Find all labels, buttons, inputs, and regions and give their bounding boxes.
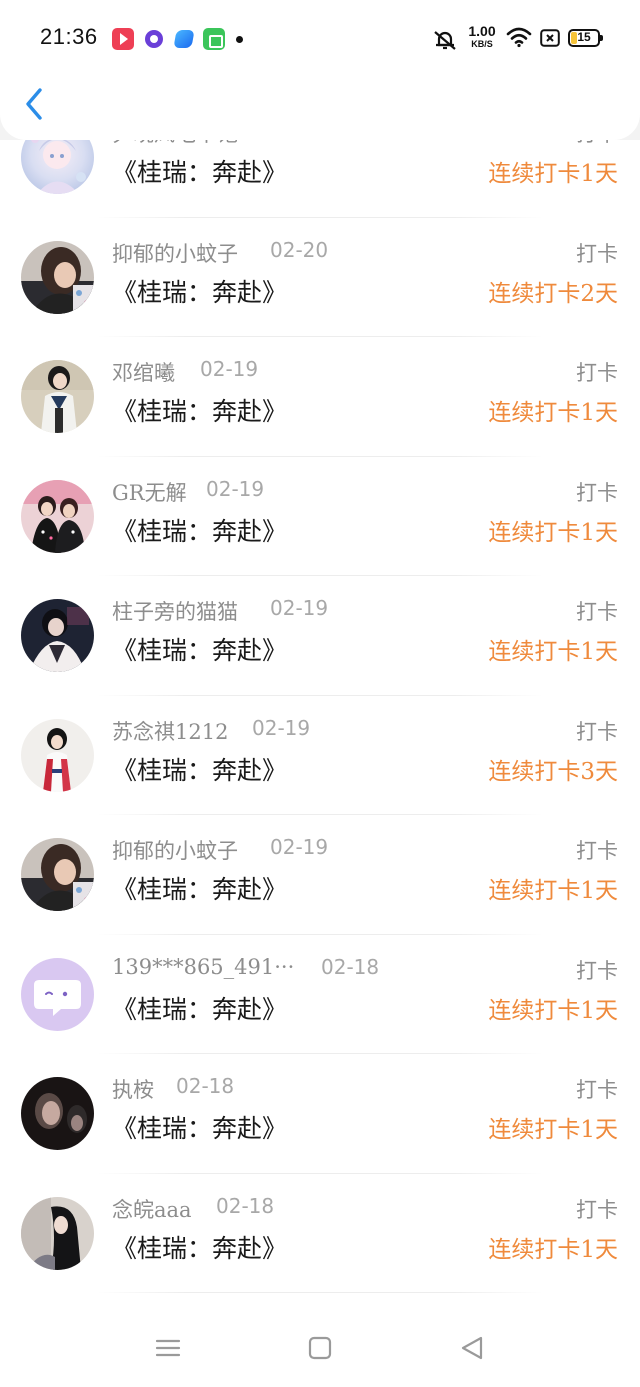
user-name[interactable]: GR无解 — [112, 477, 187, 507]
checkin-list-item[interactable]: 抑郁的小蚊子 02-20 《桂瑞：奔赴》 打卡连续打卡2天 — [0, 218, 640, 337]
checkin-label: 打卡 — [576, 839, 618, 863]
checkin-list-item[interactable]: 念皖aaa 02-18 《桂瑞：奔赴》 打卡连续打卡1天 — [0, 1174, 640, 1293]
checkin-list-item[interactable]: 苏念祺1212 02-19 《桂瑞：奔赴》 打卡连续打卡3天 — [0, 696, 640, 815]
purple-app-icon — [145, 30, 163, 48]
avatar[interactable] — [21, 957, 94, 1031]
user-name[interactable]: 执桉 — [112, 1074, 154, 1104]
checkin-date: 02-18 — [216, 1193, 275, 1218]
back-triangle-icon[interactable] — [456, 1332, 488, 1364]
avatar[interactable] — [21, 718, 94, 792]
book-title[interactable]: 《桂瑞：奔赴》 — [112, 1109, 287, 1145]
checkin-date: 02-19 — [270, 835, 329, 859]
avatar[interactable] — [21, 1196, 94, 1270]
book-title[interactable]: 《桂瑞：奔赴》 — [112, 1229, 287, 1265]
network-speed: 1.00 KB/S — [466, 24, 498, 50]
streak-label: 连续打卡1天 — [488, 400, 618, 426]
checkin-label: 打卡 — [576, 958, 618, 983]
checkin-list-item[interactable]: 柱子旁的猫猫 02-19 《桂瑞：奔赴》 打卡连续打卡1天 — [0, 576, 640, 696]
wifi-icon — [506, 27, 532, 48]
home-square-icon[interactable] — [304, 1332, 336, 1364]
avatar[interactable] — [21, 240, 94, 314]
blue-app-icon — [173, 30, 195, 48]
checkin-label: 打卡 — [576, 1197, 618, 1222]
checkin-label: 打卡 — [576, 241, 618, 266]
battery-icon: 15 — [568, 29, 603, 47]
avatar[interactable] — [21, 1077, 94, 1150]
checkin-list-item[interactable]: GR无解 02-19 《桂瑞：奔赴》 打卡连续打卡1天 — [0, 457, 640, 576]
bell-off-icon — [434, 31, 456, 50]
book-title[interactable]: 《桂瑞：奔赴》 — [112, 631, 287, 667]
avatar[interactable] — [21, 360, 94, 433]
checkin-list-item[interactable]: 执桉 02-18 《桂瑞：奔赴》 打卡连续打卡1天 — [0, 1054, 640, 1174]
avatar[interactable] — [21, 599, 94, 672]
streak-label: 连续打卡1天 — [488, 639, 618, 665]
book-title[interactable]: 《桂瑞：奔赴》 — [112, 273, 287, 309]
chevron-left-icon — [26, 88, 42, 120]
system-nav-bar — [0, 1310, 640, 1387]
user-name[interactable]: 柱子旁的猫猫 — [112, 596, 238, 626]
checkin-date: 02-19 — [206, 476, 265, 501]
streak-label: 连续打卡1天 — [488, 1117, 618, 1143]
notification-dot-icon — [236, 36, 243, 43]
book-title[interactable]: 《桂瑞：奔赴》 — [112, 392, 287, 428]
user-name[interactable]: 抑郁的小蚊子 — [112, 238, 238, 268]
net-speed-unit: KB/S — [471, 39, 493, 49]
checkin-list-item[interactable]: 邓绾曦 02-19 《桂瑞：奔赴》 打卡连续打卡1天 — [0, 337, 640, 457]
video-app-icon — [112, 28, 134, 50]
streak-label: 连续打卡2天 — [488, 280, 618, 307]
checkin-label: 打卡 — [576, 1078, 618, 1102]
checkin-date: 02-18 — [321, 954, 380, 979]
green-app-icon — [203, 28, 225, 50]
avatar[interactable] — [21, 838, 94, 911]
streak-label: 连续打卡1天 — [488, 878, 618, 904]
user-name[interactable]: 念皖aaa — [112, 1194, 192, 1224]
checkin-date: 02-18 — [176, 1074, 235, 1098]
battery-level: 15 — [577, 30, 591, 44]
checkin-list-screen: 21:36 1.00 KB/S 15 《桂瑞：奔赴》 连续打卡1天 抑郁的小蚊子… — [0, 0, 640, 1387]
checkin-date: 02-19 — [270, 596, 329, 620]
user-name[interactable]: 139***865_491··· — [112, 955, 294, 979]
book-title[interactable]: 《桂瑞：奔赴》 — [112, 870, 287, 906]
back-button[interactable] — [18, 84, 54, 124]
net-speed-value: 1.00 — [468, 23, 496, 39]
avatar[interactable] — [21, 479, 94, 553]
top-header: 21:36 1.00 KB/S 15 — [0, 0, 640, 140]
row-divider — [96, 1292, 544, 1293]
checkin-label: 打卡 — [576, 480, 618, 505]
checkin-list[interactable]: 尹晓岚吃不饱02-20《桂瑞：奔赴》打卡连续打卡1天抑郁的小蚊子02-20《桂瑞… — [0, 118, 640, 1310]
checkin-label: 打卡 — [576, 361, 618, 385]
x-box-icon — [540, 29, 560, 47]
status-time: 21:36 — [40, 24, 98, 49]
checkin-list-item[interactable]: 139***865_491··· 02-18 《桂瑞：奔赴》 打卡连续打卡1天 — [0, 935, 640, 1054]
checkin-label: 打卡 — [576, 600, 618, 624]
checkin-date: 02-19 — [200, 357, 259, 381]
checkin-label: 打卡 — [576, 719, 618, 744]
menu-icon[interactable] — [152, 1332, 184, 1364]
streak-label: 连续打卡1天 — [488, 161, 618, 187]
book-title[interactable]: 《桂瑞：奔赴》 — [112, 751, 287, 787]
user-name[interactable]: 抑郁的小蚊子 — [112, 835, 238, 865]
user-name[interactable]: 邓绾曦 — [112, 357, 175, 387]
streak-label: 连续打卡1天 — [488, 997, 618, 1024]
book-title[interactable]: 《桂瑞：奔赴》 — [112, 512, 287, 548]
status-bar: 21:36 1.00 KB/S 15 — [0, 0, 640, 78]
user-name[interactable]: 苏念祺1212 — [112, 716, 228, 746]
checkin-date: 02-20 — [270, 237, 329, 262]
streak-label: 连续打卡1天 — [488, 1236, 618, 1263]
checkin-list-inner: 尹晓岚吃不饱02-20《桂瑞：奔赴》打卡连续打卡1天抑郁的小蚊子02-20《桂瑞… — [0, 98, 640, 1293]
streak-label: 连续打卡3天 — [488, 758, 618, 785]
book-title[interactable]: 《桂瑞：奔赴》 — [112, 990, 287, 1026]
streak-label: 连续打卡1天 — [488, 519, 618, 546]
book-title[interactable]: 《桂瑞：奔赴》 — [112, 153, 287, 189]
checkin-date: 02-19 — [252, 715, 311, 740]
checkin-list-item[interactable]: 抑郁的小蚊子 02-19 《桂瑞：奔赴》 打卡连续打卡1天 — [0, 815, 640, 935]
